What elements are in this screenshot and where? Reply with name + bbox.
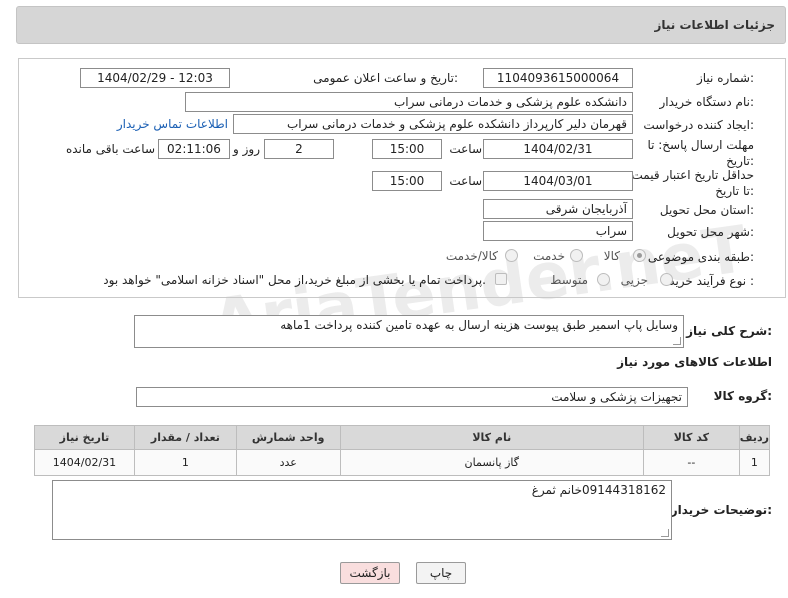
reply-time-label: ساعت [449,142,482,156]
column-header-unit: واحد شمارش [235,425,341,450]
column-header-name: نام کالا [339,425,644,450]
goods-table: ردیف کد کالا نام کالا واحد شمارش تعداد /… [34,425,771,476]
category-radio-goods-service[interactable] [505,249,518,262]
column-header-date: تاریخ نیاز [34,425,135,450]
price-deadline-label: حداقل تاریخ اعتبار قیمت: تا تاریخ: [627,168,754,198]
back-button[interactable]: بازگشت [340,562,400,584]
need-number-label: شماره نیاز: [696,71,754,85]
description-label: شرح کلی نیاز: [686,324,772,338]
treasury-payment-checkbox[interactable] [495,273,507,285]
process-type-label: نوع فرآیند خرید : [669,274,754,288]
reply-time-field: 15:00 [372,139,442,159]
process-option-minor: جزیی [620,273,648,287]
creator-field: قهرمان دلیر کارپرداز دانشکده علوم پزشکی … [233,114,633,134]
city-label: شهر محل تحویل: [667,225,754,239]
goods-group-label: گروه کالا: [713,389,772,403]
reply-deadline-label: مهلت ارسال پاسخ: تا تاریخ: [647,138,754,168]
resize-grip-icon[interactable] [661,529,669,537]
column-header-code: کد کالا [642,425,740,450]
need-number-field: 1104093615000064 [483,68,633,88]
category-option-goods: کالا [603,249,620,263]
buyer-org-field: دانشکده علوم پزشکی و خدمات درمانی سراب [185,92,633,112]
process-radio-minor[interactable] [660,273,673,286]
page-header: جزئیات اطلاعات نیاز [16,6,786,44]
table-row: 1 -- گاز پانسمان عدد 1 1404/02/31 [34,449,771,476]
category-label: طبقه بندی موضوعی: [647,250,754,264]
cell-date: 1404/02/31 [34,449,135,476]
announce-date-label: تاریخ و ساعت اعلان عمومی: [313,71,458,85]
category-radio-goods[interactable] [633,249,646,262]
buyer-notes-text: 09144318162خانم ثمرغ [531,483,666,497]
cell-unit: عدد [235,449,341,476]
city-field: سراب [483,221,633,241]
category-radio-service[interactable] [570,249,583,262]
category-option-goods-service: کالا/خدمت [445,249,498,263]
goods-table-header: ردیف کد کالا نام کالا واحد شمارش تعداد /… [34,425,771,450]
price-time-field: 15:00 [372,171,442,191]
page-title: جزئیات اطلاعات نیاز [654,18,775,32]
remaining-time-field: 02:11:06 [158,139,230,159]
remaining-days-field: 2 [264,139,334,159]
print-button[interactable]: چاپ [416,562,466,584]
cell-row-number: 1 [738,449,771,476]
buyer-contact-link[interactable]: اطلاعات تماس خریدار [117,117,228,131]
column-header-row: ردیف [738,425,771,450]
cell-name: گاز پانسمان [339,449,644,476]
cell-code: -- [642,449,740,476]
cell-quantity: 1 [133,449,237,476]
resize-grip-icon[interactable] [673,337,681,345]
province-field: آذربایجان شرقی [483,199,633,219]
reply-date-field: 1404/02/31 [483,139,633,159]
price-time-label: ساعت [449,174,482,188]
column-header-quantity: تعداد / مقدار [133,425,237,450]
process-option-medium: متوسط [550,273,588,287]
days-label: روز و [233,142,260,156]
category-option-service: خدمت [533,249,565,263]
creator-label: ایجاد کننده درخواست: [643,118,754,132]
process-radio-medium[interactable] [597,273,610,286]
description-text: وسایل پاپ اسمیر طبق پیوست هزینه ارسال به… [280,318,678,332]
goods-group-field: تجهیزات پزشکی و سلامت [136,387,688,407]
treasury-payment-note: پرداخت تمام یا بخشی از مبلغ خرید،از محل … [103,273,486,287]
remaining-time-label: ساعت باقی مانده [65,142,155,156]
province-label: استان محل تحویل: [659,203,754,217]
buyer-org-label: نام دستگاه خریدار: [659,95,755,109]
buyer-notes-label: توضیحات خریدار: [670,503,772,517]
description-field: وسایل پاپ اسمیر طبق پیوست هزینه ارسال به… [134,315,684,348]
price-date-field: 1404/03/01 [483,171,633,191]
goods-section-title: اطلاعات کالاهای مورد نیاز [617,355,772,369]
announce-date-field: 1404/02/29 - 12:03 [80,68,230,88]
buyer-notes-field: 09144318162خانم ثمرغ [52,480,672,540]
